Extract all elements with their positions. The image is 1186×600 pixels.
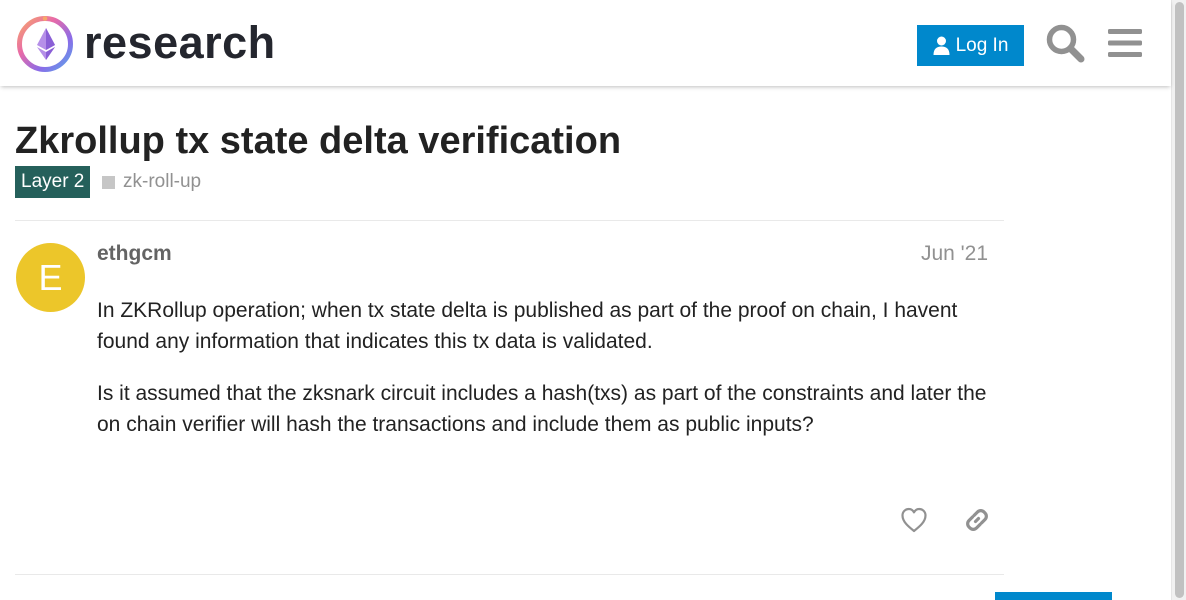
category-badge[interactable]: Layer 2 bbox=[15, 166, 91, 198]
user-icon bbox=[933, 36, 950, 55]
site-logo-link[interactable]: research bbox=[16, 15, 276, 73]
hamburger-menu-button[interactable] bbox=[1106, 22, 1146, 64]
like-button[interactable] bbox=[894, 500, 934, 540]
post-username[interactable]: ethgcm bbox=[97, 241, 172, 267]
post-body: In ZKRollup operation; when tx state del… bbox=[97, 295, 997, 461]
page-scrollbar[interactable] bbox=[1171, 0, 1186, 600]
heart-icon bbox=[901, 507, 927, 533]
avatar-letter: E bbox=[38, 256, 63, 298]
post-paragraph: Is it assumed that the zksnark circuit i… bbox=[97, 382, 987, 436]
ethereum-research-logo-icon bbox=[17, 16, 73, 72]
search-button[interactable] bbox=[1045, 22, 1085, 64]
avatar[interactable]: E bbox=[16, 243, 85, 312]
site-header: research Log In bbox=[0, 0, 1171, 86]
divider-top bbox=[15, 220, 1004, 221]
site-name: research bbox=[84, 16, 276, 68]
topic-title[interactable]: Zkrollup tx state delta verification bbox=[15, 118, 621, 164]
login-button[interactable]: Log In bbox=[917, 25, 1024, 66]
partial-blue-button[interactable] bbox=[995, 592, 1112, 600]
divider-bottom bbox=[15, 574, 1004, 575]
login-button-label: Log In bbox=[955, 34, 1009, 56]
tag-zk-roll-up[interactable]: zk-roll-up bbox=[102, 166, 201, 198]
share-link-button[interactable] bbox=[957, 500, 997, 540]
link-icon bbox=[966, 509, 988, 531]
hamburger-menu-icon bbox=[1108, 29, 1142, 57]
tag-square-icon bbox=[102, 175, 115, 189]
search-icon bbox=[1046, 24, 1085, 63]
post-date[interactable]: Jun '21 bbox=[910, 241, 988, 267]
tag-label: zk-roll-up bbox=[123, 171, 202, 192]
post-paragraph: In ZKRollup operation; when tx state del… bbox=[97, 299, 958, 353]
scrollbar-thumb[interactable] bbox=[1175, 2, 1184, 598]
